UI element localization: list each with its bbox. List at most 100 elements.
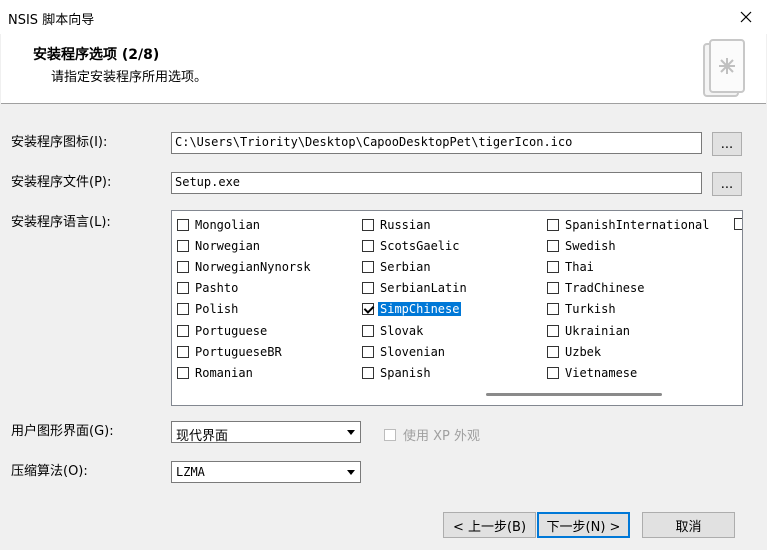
language-checkbox[interactable] [547,324,559,337]
language-item[interactable]: Portuguese [177,321,269,340]
language-checkbox[interactable] [177,303,189,316]
installer-file-input[interactable]: Setup.exe [171,172,702,194]
language-checkbox[interactable] [177,260,189,273]
language-item[interactable]: Turkish [547,300,618,319]
installer-file-label: 安装程序文件(P): [11,175,112,190]
language-item[interactable]: Vietnamese [547,363,639,382]
close-button[interactable] [733,4,759,30]
language-item[interactable]: ScotsGaelic [362,236,461,255]
languages-label: 安装程序语言(L): [11,215,111,230]
language-label: NorwegianNynorsk [195,259,311,274]
language-label: Uzbek [565,344,602,359]
language-label: Spanish [380,365,431,380]
language-item[interactable]: Polish [177,300,240,319]
language-checkbox[interactable] [177,324,189,337]
language-checkbox[interactable] [362,324,374,337]
language-checkbox[interactable] [547,282,559,295]
language-label: Thai [565,259,594,274]
language-checkbox[interactable] [547,218,559,231]
language-item[interactable]: Norwegian [177,236,262,255]
language-item[interactable]: Swedish [547,236,618,255]
browse-file-button[interactable]: ... [712,172,742,196]
language-checkbox[interactable] [362,218,374,231]
language-checkbox[interactable] [547,345,559,358]
chevron-down-icon[interactable] [342,463,359,481]
language-checkbox[interactable] [177,218,189,231]
language-checkbox[interactable] [177,366,189,379]
language-checkbox[interactable] [362,345,374,358]
language-checkbox[interactable] [177,282,189,295]
language-label: Polish [195,302,239,317]
language-item[interactable]: Slovak [362,321,425,340]
page-title: 安装程序选项 (2/8) [33,47,160,63]
language-label: Slovenian [380,344,446,359]
chevron-down-icon[interactable] [342,423,359,441]
language-item[interactable]: Ukrainian [547,321,632,340]
language-checkbox[interactable] [547,260,559,273]
language-item[interactable]: Slovenian [362,342,447,361]
language-item[interactable]: Mongolian [177,215,262,234]
language-item[interactable]: Thai [547,257,596,276]
language-label: Russian [380,217,431,232]
language-label: ScotsGaelic [380,238,460,253]
language-checkbox[interactable] [362,366,374,379]
language-label: Portuguese [195,323,268,338]
compression-label: 压缩算法(O): [11,464,88,479]
language-checkbox[interactable] [177,345,189,358]
xp-style-label: 使用 XP 外观 [403,429,481,444]
back-button[interactable]: < 上一步(B) [443,512,536,538]
language-item[interactable]: SpanishInternational [547,215,712,234]
gui-select[interactable]: 现代界面 [171,421,361,444]
language-label: SpanishInternational [565,217,710,232]
language-item[interactable]: Serbian [362,257,433,276]
language-item[interactable]: Russian [362,215,433,234]
language-checkbox[interactable] [362,303,374,316]
language-item[interactable]: SerbianLatin [362,279,469,298]
language-label: Norwegian [195,238,261,253]
language-checkbox[interactable] [547,303,559,316]
cancel-button[interactable]: 取消 [642,512,735,538]
language-checkbox[interactable] [362,282,374,295]
language-label: Swedish [565,238,616,253]
language-label: Turkish [565,302,616,317]
language-label: Slovak [380,323,424,338]
language-label: SerbianLatin [380,281,467,296]
language-checkbox[interactable] [362,239,374,252]
gui-select-value: 现代界面 [176,429,229,444]
language-checkbox[interactable] [547,239,559,252]
language-checkbox[interactable] [547,366,559,379]
wizard-header: 安装程序选项 (2/8) 请指定安装程序所用选项。 [1,34,766,104]
language-label: SimpChinese [378,302,462,317]
horizontal-scrollbar[interactable] [486,393,662,396]
language-item[interactable]: PortugueseBR [177,342,284,361]
xp-style-checkbox [384,428,396,441]
window-title: NSIS 脚本向导 [8,13,95,28]
compression-select-value: LZMA [176,465,205,479]
browse-icon-button[interactable]: ... [712,132,742,156]
language-label: Vietnamese [565,365,638,380]
page-subtitle: 请指定安装程序所用选项。 [51,70,208,85]
language-item[interactable]: Uzbek [547,342,603,361]
languages-listbox[interactable]: Mongolian Norwegian NorwegianNynorsk Pashto… [171,210,743,406]
language-item[interactable]: Romanian [177,363,255,382]
xp-style-option: 使用 XP 外观 [384,425,480,444]
installer-icon-input[interactable]: C:\Users\Triority\Desktop\CapooDesktopPe… [171,132,702,154]
gui-label: 用户图形界面(G): [11,424,114,439]
language-label: PortugueseBR [195,344,282,359]
next-button[interactable]: 下一步(N) > [537,512,630,538]
wizard-logo-icon [700,36,748,104]
language-checkbox[interactable] [362,260,374,273]
language-item[interactable]: SimpChinese [362,300,462,319]
language-label: Mongolian [195,217,261,232]
title-bar: NSIS 脚本向导 [0,0,767,34]
language-checkbox-partial[interactable] [734,218,742,230]
language-label: Romanian [195,365,253,380]
language-checkbox[interactable] [177,239,189,252]
compression-select[interactable]: LZMA [171,461,361,483]
language-item[interactable]: TradChinese [547,279,646,298]
language-item[interactable]: Pashto [177,279,240,298]
language-label: Ukrainian [565,323,631,338]
language-item[interactable]: NorwegianNynorsk [177,257,313,276]
installer-icon-label: 安装程序图标(I): [11,135,108,150]
language-item[interactable]: Spanish [362,363,433,382]
